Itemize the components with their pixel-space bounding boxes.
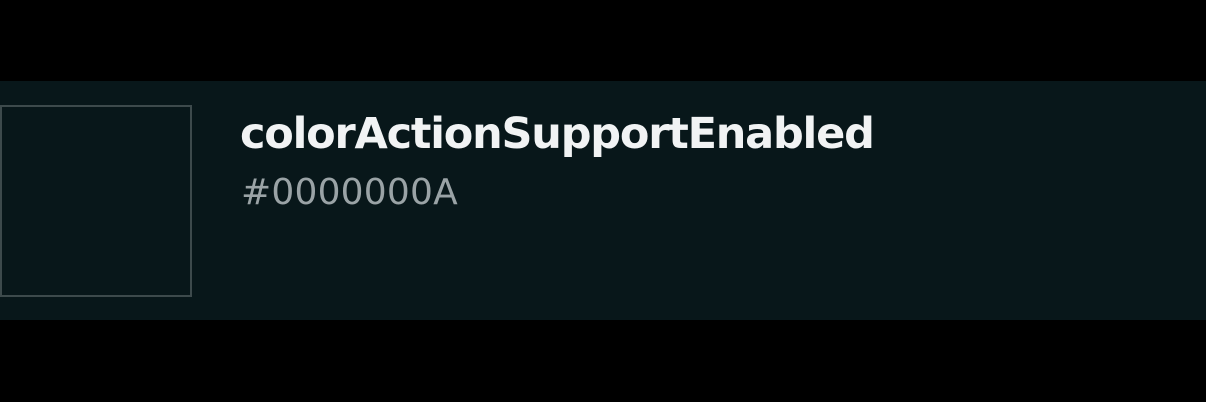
- token-hex-value: #0000000A: [241, 172, 458, 213]
- color-swatch: [0, 105, 192, 297]
- token-name: colorActionSupportEnabled: [240, 109, 875, 159]
- color-token-row: colorActionSupportEnabled #0000000A: [0, 81, 1206, 320]
